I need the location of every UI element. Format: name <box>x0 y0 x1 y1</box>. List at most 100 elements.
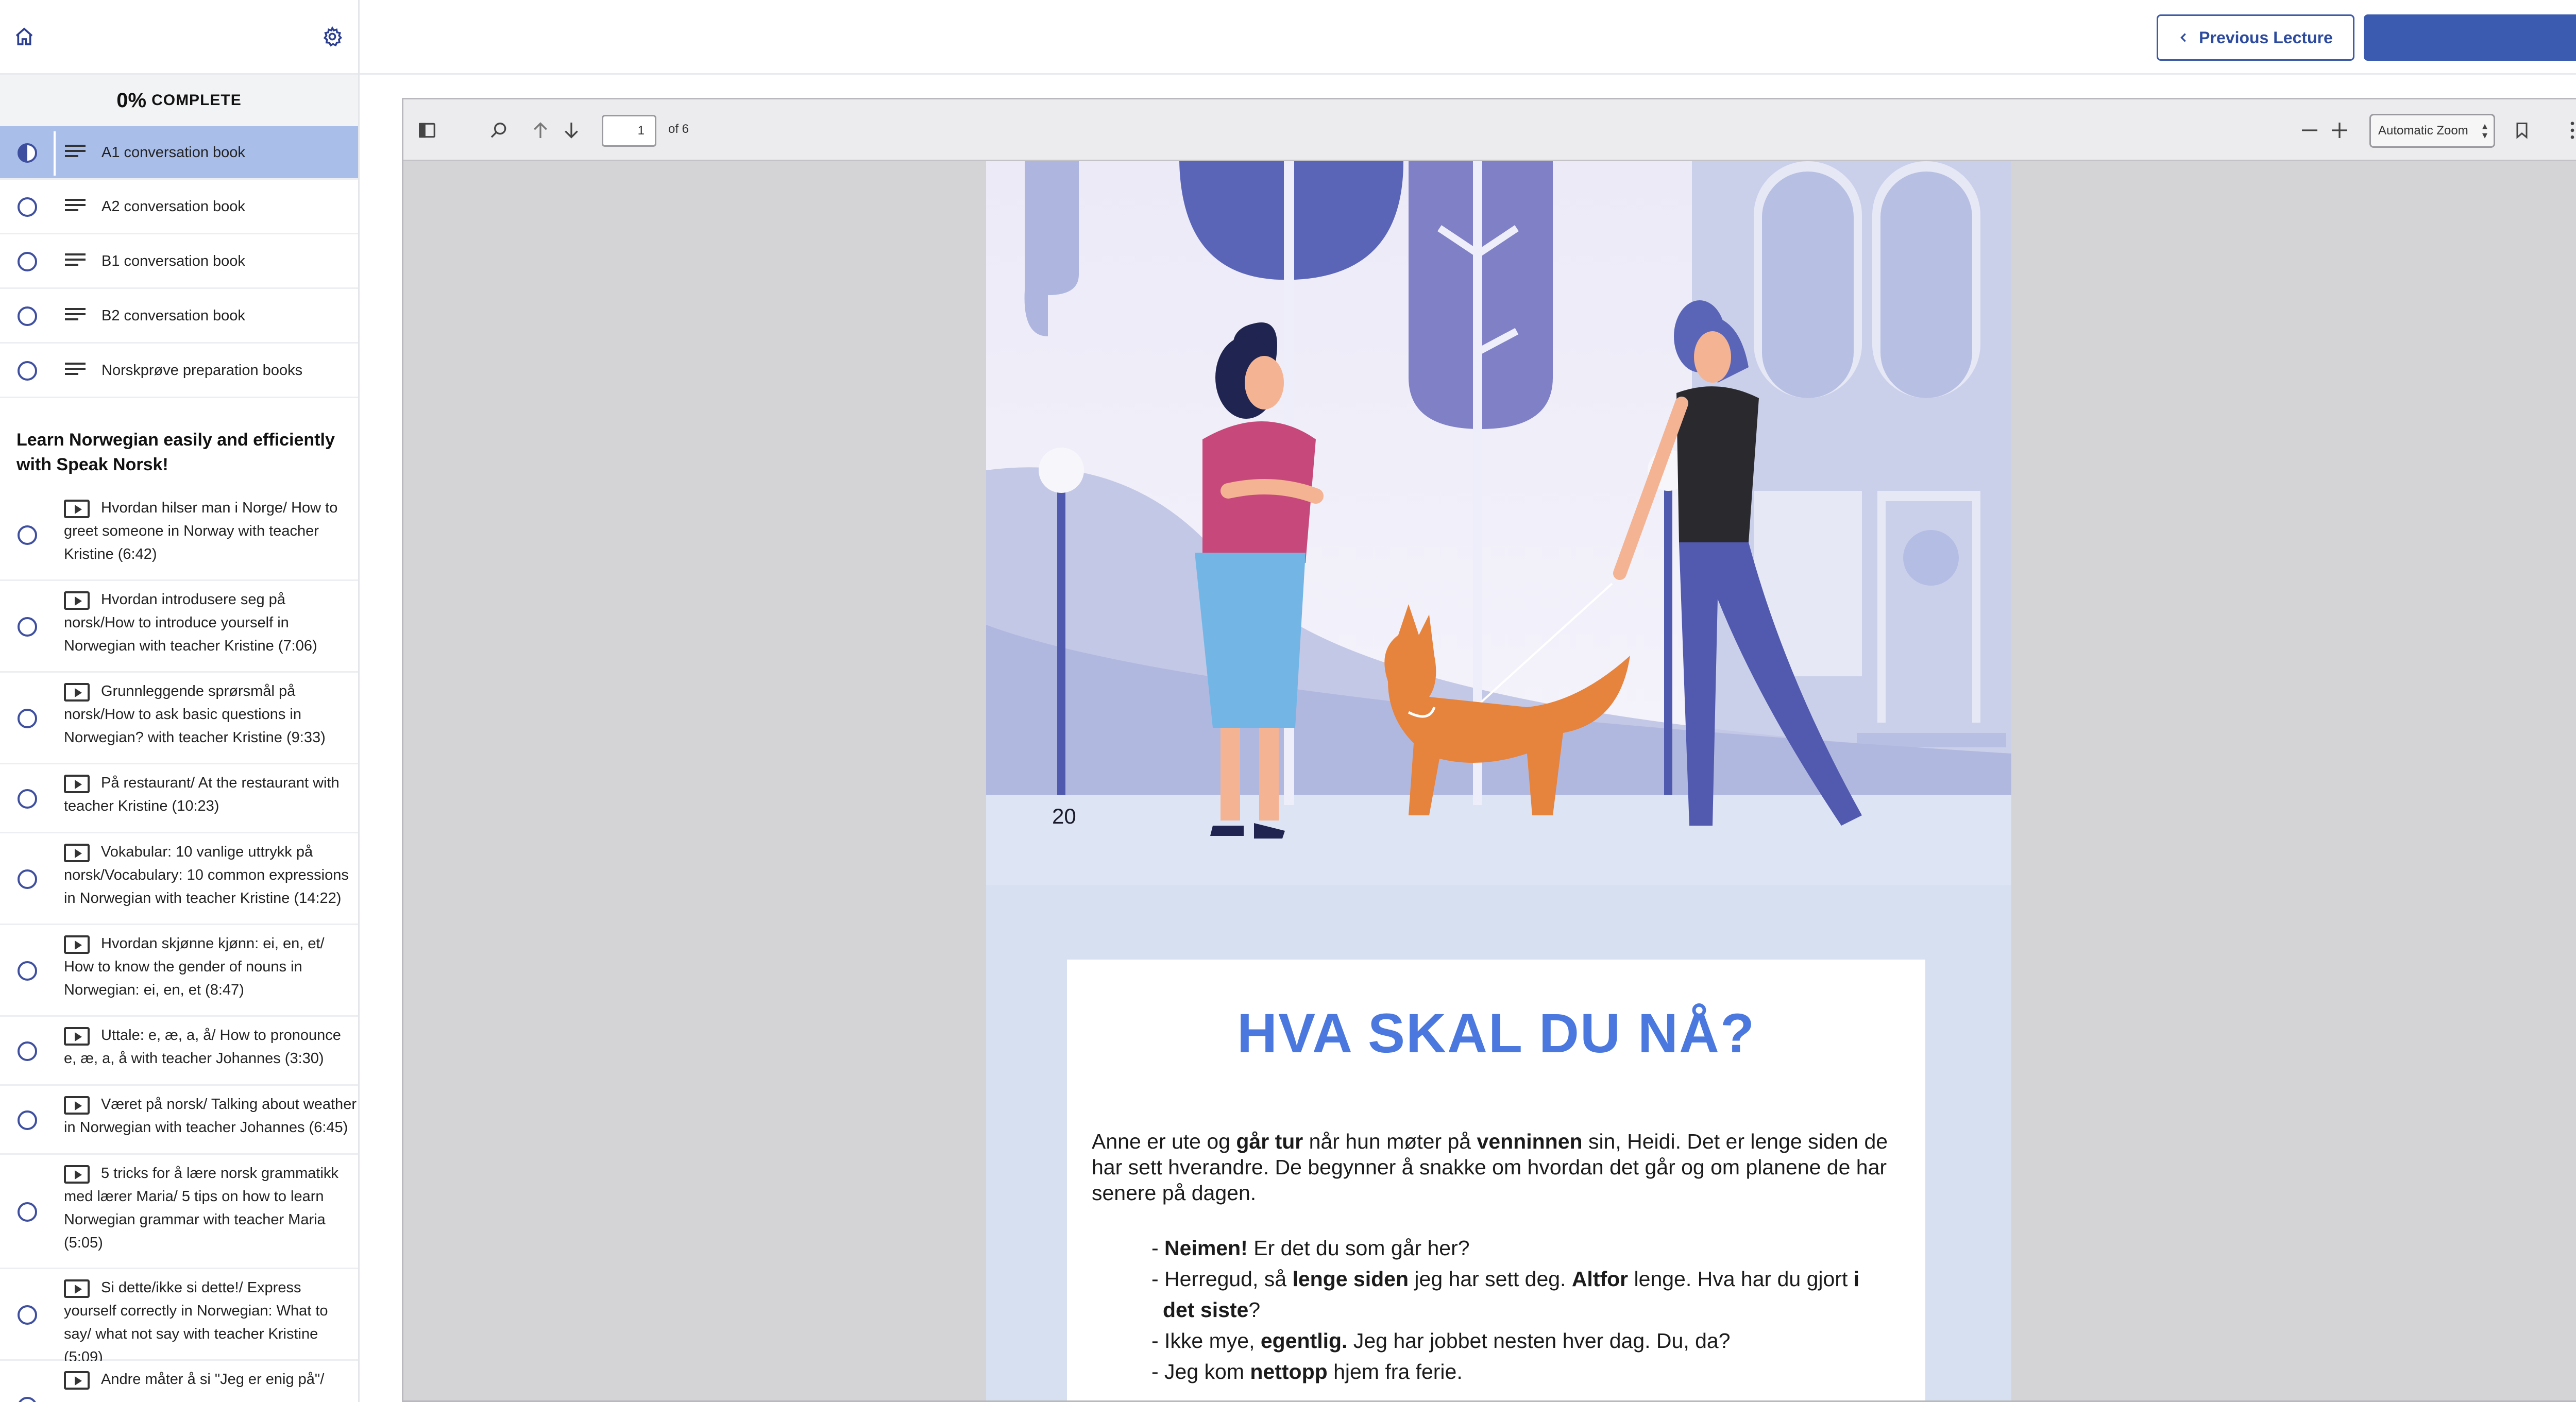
home-icon[interactable] <box>11 24 37 49</box>
pdf-page: 20 HVA SKAL DU NÅ? Anne er ute og går tu… <box>986 161 2011 1400</box>
lecture-item[interactable]: Vokabular: 10 vanlige uttrykk på norsk/V… <box>0 833 358 925</box>
status-circle-icon <box>18 961 37 981</box>
text-run: - <box>1151 1236 1165 1260</box>
status-circle-icon <box>18 869 37 889</box>
previous-lecture-button[interactable]: Previous Lecture <box>2157 14 2354 61</box>
sidebar-toggle-icon[interactable] <box>414 117 440 144</box>
lecture-title: Andre måter å si "Jeg er enig på"/ <box>101 1371 325 1388</box>
status-circle-icon <box>18 306 37 326</box>
chevron-updown-icon: ▴ ▾ <box>2482 121 2487 141</box>
text-run: - Jeg kom <box>1151 1360 1250 1383</box>
sidebar-item-norskprove-books[interactable]: Norskprøve preparation books <box>0 344 358 398</box>
zoom-value: Automatic Zoom <box>2378 124 2468 138</box>
text-run: når hun møter på <box>1303 1130 1477 1153</box>
lecture-title: Vokabular: 10 vanlige uttrykk på norsk/V… <box>64 844 349 907</box>
text-run: hjem fra ferie. <box>1327 1360 1463 1383</box>
text-run: ? <box>1248 1298 1261 1322</box>
sidebar-item-a1-book[interactable]: A1 conversation book <box>0 126 358 180</box>
page-number: 20 <box>1052 804 1076 828</box>
lecture-item[interactable]: Hvordan skjønne kjønn: ei, en, et/ How t… <box>0 925 358 1017</box>
sidebar-item-a2-book[interactable]: A2 conversation book <box>0 180 358 234</box>
arrow-up-icon[interactable] <box>527 117 554 144</box>
text-run: Er det du som går her? <box>1247 1236 1470 1260</box>
lecture-navbar: Previous Lecture <box>360 0 2576 75</box>
sidebar-item-b2-book[interactable]: B2 conversation book <box>0 289 358 344</box>
search-icon[interactable] <box>486 117 513 144</box>
lecture-title: Hvordan introdusere seg på norsk/How to … <box>64 591 317 654</box>
pdf-paragraph: Anne er ute og går tur når hun møter på … <box>1092 1129 1911 1206</box>
pdf-text-card: HVA SKAL DU NÅ? Anne er ute og går tur n… <box>1067 960 1925 1400</box>
progress-percent: 0% <box>116 89 147 112</box>
bold-text: nettopp <box>1250 1360 1328 1383</box>
lecture-item[interactable]: Si dette/ikke si dette!/ Express yoursel… <box>0 1269 358 1365</box>
text-run: Jeg har jobbet nesten hver dag. Du, da? <box>1347 1329 1731 1353</box>
text-run: lenge. Hva har du gjort <box>1628 1267 1854 1291</box>
chevron-left-icon <box>2180 33 2187 42</box>
dialogue-line: - Jeg kom nettopp hjem fra ferie. <box>1151 1356 1893 1387</box>
text-run: - Herregud, så <box>1151 1267 1293 1291</box>
bold-text: lenge siden <box>1292 1267 1409 1291</box>
active-marker <box>54 131 56 176</box>
status-circle-icon <box>18 197 37 217</box>
bold-text: egentlig. <box>1260 1329 1348 1353</box>
zoom-out-icon[interactable] <box>2296 117 2323 144</box>
text-run: jeg har sett deg. <box>1409 1267 1572 1291</box>
lecture-title: 5 tricks for å lære norsk grammatikk med… <box>64 1165 338 1251</box>
dialogue-line: - Ikke mye, egentlig. Jeg har jobbet nes… <box>1151 1325 1893 1356</box>
status-circle-icon <box>18 361 37 381</box>
gear-icon[interactable] <box>319 24 345 49</box>
bold-text: går tur <box>1236 1130 1303 1153</box>
pdf-heading: HVA SKAL DU NÅ? <box>1236 1002 1755 1064</box>
lecture-title: På restaurant/ At the restaurant with te… <box>64 775 340 814</box>
zoom-in-icon[interactable] <box>2326 117 2353 144</box>
text-lines-icon <box>65 199 86 216</box>
dialogue-line: - Herregud, så lenge siden jeg har sett … <box>1151 1263 1893 1325</box>
bold-text: venninnen <box>1477 1130 1583 1153</box>
text-lines-icon <box>65 363 86 380</box>
sidebar-header <box>0 0 358 75</box>
progress-label: COMPLETE <box>151 92 242 109</box>
status-circle-icon <box>18 1397 37 1402</box>
status-half-circle-icon <box>18 143 37 163</box>
previous-lecture-label: Previous Lecture <box>2199 28 2333 47</box>
more-vertical-icon[interactable] <box>2559 117 2576 144</box>
page-count: of 6 <box>668 122 689 136</box>
status-circle-icon <box>18 1110 37 1130</box>
sidebar-item-b1-book[interactable]: B1 conversation book <box>0 234 358 289</box>
status-circle-icon <box>18 709 37 728</box>
lecture-item[interactable]: Grunnleggende sprørsmål på norsk/How to … <box>0 673 358 764</box>
next-lecture-button[interactable] <box>2364 14 2576 61</box>
arrow-down-icon[interactable] <box>558 117 585 144</box>
status-circle-icon <box>18 1305 37 1325</box>
lecture-title: Hvordan hilser man i Norge/ How to greet… <box>64 500 338 562</box>
course-sidebar: 0% COMPLETE A1 conversation book A2 conv… <box>0 0 360 1402</box>
zoom-select[interactable]: Automatic Zoom ▴ ▾ <box>2369 114 2495 148</box>
lecture-item[interactable]: Andre måter å si "Jeg er enig på"/ <box>0 1361 358 1402</box>
sidebar-item-label: B1 conversation book <box>101 253 245 269</box>
status-circle-icon <box>18 789 37 809</box>
lecture-item[interactable]: På restaurant/ At the restaurant with te… <box>0 764 358 833</box>
text-lines-icon <box>65 145 86 162</box>
text-run: - Ikke mye, <box>1151 1329 1261 1353</box>
sidebar-item-label: A2 conversation book <box>101 198 245 215</box>
bold-text: Neimen! <box>1164 1236 1248 1260</box>
lecture-item[interactable]: Hvordan hilser man i Norge/ How to greet… <box>0 489 358 581</box>
bold-text: Altfor <box>1571 1267 1629 1291</box>
illustration-two-women-with-dog: 20 <box>986 161 2011 885</box>
status-circle-icon <box>18 1041 37 1061</box>
status-circle-icon <box>18 252 37 271</box>
lecture-title: Uttale: e, æ, a, å/ How to pronounce e, … <box>64 1027 341 1067</box>
status-circle-icon <box>18 525 37 545</box>
lecture-item[interactable]: Hvordan introdusere seg på norsk/How to … <box>0 581 358 673</box>
page-number-input[interactable] <box>602 115 656 147</box>
lecture-item[interactable]: Uttale: e, æ, a, å/ How to pronounce e, … <box>0 1017 358 1086</box>
status-circle-icon <box>18 617 37 637</box>
bookmark-icon[interactable] <box>2509 117 2535 144</box>
lecture-item[interactable]: 5 tricks for å lære norsk grammatikk med… <box>0 1155 358 1269</box>
lecture-title: Si dette/ikke si dette!/ Express yoursel… <box>64 1279 328 1365</box>
lecture-item[interactable]: Været på norsk/ Talking about weather in… <box>0 1086 358 1155</box>
pdf-toolbar: of 6 Automatic Zoom ▴▾ <box>403 99 2576 161</box>
sidebar-item-label: Norskprøve preparation books <box>101 362 303 379</box>
progress-indicator: 0% COMPLETE <box>0 75 358 126</box>
sidebar-item-label: B2 conversation book <box>101 307 245 324</box>
